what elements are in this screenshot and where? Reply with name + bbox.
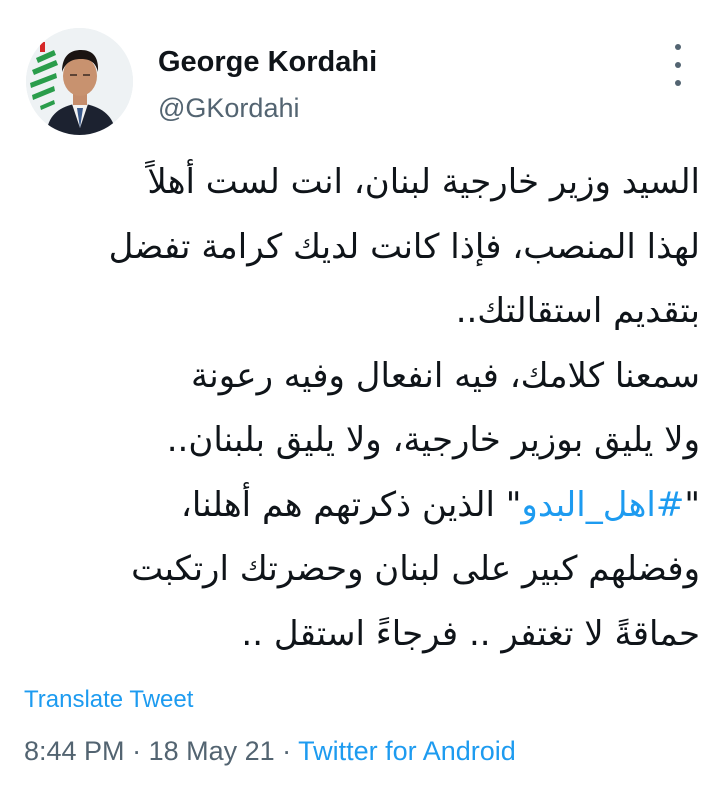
tweet-line: حماقةً لا تغتفر .. فرجاءً استقل .. <box>241 613 700 654</box>
tweet-line: السيد وزير خارجية لبنان، انت لست أهلاً <box>147 162 700 202</box>
tweet-line: "#اهل_البدو" الذين ذكرتهم هم أهلنا، <box>20 473 700 538</box>
meta-separator: · <box>274 736 299 766</box>
tweet-line: بتقديم استقالتك.. <box>455 291 700 331</box>
author-handle[interactable]: @GKordahi <box>158 93 299 124</box>
tweet-header: George Kordahi @GKordahi <box>26 28 696 138</box>
tweet-line: سمعنا كلامك، فيه انفعال وفيه رعونة <box>191 355 700 396</box>
more-dot <box>675 80 681 86</box>
more-dot <box>675 62 681 68</box>
more-dot <box>675 44 681 50</box>
tweet-line-rest: " الذين ذكرتهم هم أهلنا، <box>180 484 522 525</box>
author-display-name[interactable]: George Kordahi <box>158 46 377 79</box>
more-horizontal-icon[interactable] <box>668 44 688 86</box>
tweet-line: ولا يليق بوزير خارجية، ولا يليق بلبنان.. <box>166 420 700 460</box>
tweet-line: وفضلهم كبير على لبنان وحضرتك ارتكبت <box>131 549 700 589</box>
meta-separator: · <box>124 736 149 766</box>
translate-tweet-link[interactable]: Translate Tweet <box>24 686 193 714</box>
quote-mark: " <box>684 484 700 525</box>
tweet-text: السيد وزير خارجية لبنان، انت لست أهلاً ل… <box>20 150 700 675</box>
tweet-source-link[interactable]: Twitter for Android <box>298 736 516 766</box>
avatar[interactable] <box>26 28 133 135</box>
tweet-meta: 8:44 PM · 18 May 21 · Twitter for Androi… <box>24 736 516 767</box>
hashtag-link[interactable]: #اهل_البدو <box>521 485 684 525</box>
tweet: George Kordahi @GKordahi السيد وزير خارج… <box>0 0 720 795</box>
tweet-line: لهذا المنصب، فإذا كانت لديك كرامة تفضل <box>108 226 700 267</box>
tweet-date[interactable]: 18 May 21 <box>149 736 275 766</box>
avatar-image <box>26 28 133 135</box>
tweet-time[interactable]: 8:44 PM <box>24 736 125 766</box>
